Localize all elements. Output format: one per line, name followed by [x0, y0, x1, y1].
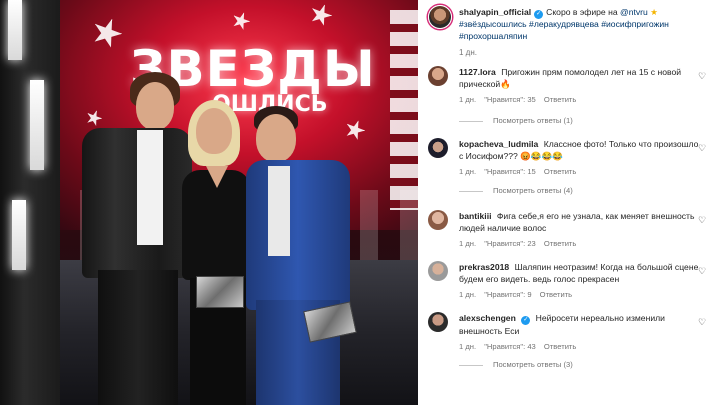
- reply-button[interactable]: Ответить: [544, 167, 576, 176]
- stage-left-panel: [0, 0, 60, 405]
- commenter-username[interactable]: alexschengen: [459, 313, 516, 323]
- verified-badge-icon: ✓: [521, 316, 531, 325]
- comment-body: 1127.lora Пригожин прям помолодел лет на…: [459, 66, 703, 106]
- post-photo[interactable]: ЗВЕЗДЫ ОШЛИСЬ: [0, 0, 418, 405]
- view-replies-label: Посмотреть ответы (4): [493, 186, 573, 195]
- view-replies-link[interactable]: Посмотреть ответы (3): [459, 360, 573, 369]
- caption-text: Скоро в эфире на: [546, 7, 620, 17]
- post-time: 1 дн.: [459, 48, 477, 57]
- reply-button[interactable]: Ответить: [544, 342, 576, 351]
- heart-outline-icon[interactable]: ♡: [698, 215, 708, 225]
- comment-likes[interactable]: "Нравится": 43: [484, 342, 536, 351]
- comment-time: 1 дн.: [459, 342, 477, 351]
- comment-time: 1 дн.: [459, 95, 477, 104]
- post-author-username[interactable]: shalyapin_official: [459, 7, 531, 17]
- post-author-avatar[interactable]: [428, 5, 452, 29]
- star-emoji-icon: ★: [650, 7, 658, 17]
- commenter-username[interactable]: kopacheva_ludmila: [459, 139, 538, 149]
- reply-button[interactable]: Ответить: [544, 95, 576, 104]
- comment-meta: 1 дн. "Нравится": 23 Ответить: [459, 238, 703, 250]
- heart-outline-icon[interactable]: ♡: [698, 71, 708, 81]
- commenter-avatar[interactable]: [428, 210, 448, 230]
- commenter-username[interactable]: bantikiii: [459, 211, 491, 221]
- commenter-avatar[interactable]: [428, 138, 448, 158]
- comment-body: bantikiii Фига себе,я его не узнала, как…: [459, 210, 703, 250]
- replies-divider: [459, 120, 483, 122]
- view-replies-label: Посмотреть ответы (3): [493, 360, 573, 369]
- comment-time: 1 дн.: [459, 167, 477, 176]
- replies-divider: [459, 190, 483, 192]
- comment-meta: 1 дн. "Нравится": 15 Ответить: [459, 166, 703, 178]
- reply-button[interactable]: Ответить: [540, 290, 572, 299]
- mention-link[interactable]: @ntvru: [620, 7, 648, 17]
- comment-likes[interactable]: "Нравится": 15: [484, 167, 536, 176]
- comment-time: 1 дн.: [459, 239, 477, 248]
- heart-outline-icon[interactable]: ♡: [698, 143, 708, 153]
- commenter-avatar[interactable]: [428, 312, 448, 332]
- comment-meta: 1 дн. "Нравится": 43 Ответить: [459, 341, 703, 353]
- replies-divider: [459, 364, 483, 366]
- host-card: [196, 276, 244, 308]
- commenter-avatar[interactable]: [428, 66, 448, 86]
- stage-light-strip: [390, 10, 418, 210]
- heart-outline-icon[interactable]: ♡: [698, 266, 708, 276]
- comments-panel: shalyapin_official ✓ Скоро в эфире на @ntv…: [418, 0, 720, 405]
- comment-meta: 1 дн. "Нравится": 9 Ответить: [459, 289, 703, 301]
- comment-meta: 1 дн. "Нравится": 35 Ответить: [459, 94, 703, 106]
- heart-outline-icon[interactable]: ♡: [698, 317, 708, 327]
- view-replies-link[interactable]: Посмотреть ответы (4): [459, 186, 573, 195]
- comment-likes[interactable]: "Нравится": 35: [484, 95, 536, 104]
- commenter-avatar[interactable]: [428, 261, 448, 281]
- post-caption: shalyapin_official ✓ Скоро в эфире на @ntv…: [459, 7, 709, 59]
- comment-likes[interactable]: "Нравится": 9: [484, 290, 531, 299]
- comment-text: Фига себе,я его не узнала, как меняет вн…: [459, 211, 695, 233]
- comment-body: prekras2018 Шаляпин неотразим! Когда на …: [459, 261, 703, 301]
- hashtags-link[interactable]: #звёздысошлись #леракудрявцева #иосифпри…: [459, 19, 669, 41]
- comment-body: kopacheva_ludmila Классное фото! Только …: [459, 138, 703, 178]
- view-replies-link[interactable]: Посмотреть ответы (1): [459, 116, 573, 125]
- commenter-username[interactable]: prekras2018: [459, 262, 509, 272]
- view-replies-label: Посмотреть ответы (1): [493, 116, 573, 125]
- comment-time: 1 дн.: [459, 290, 477, 299]
- comment-body: alexschengen ✓ Нейросети нереально измен…: [459, 312, 703, 353]
- commenter-username[interactable]: 1127.lora: [459, 67, 496, 77]
- verified-badge-icon: ✓: [534, 10, 544, 19]
- reply-button[interactable]: Ответить: [544, 239, 576, 248]
- comment-likes[interactable]: "Нравится": 23: [484, 239, 536, 248]
